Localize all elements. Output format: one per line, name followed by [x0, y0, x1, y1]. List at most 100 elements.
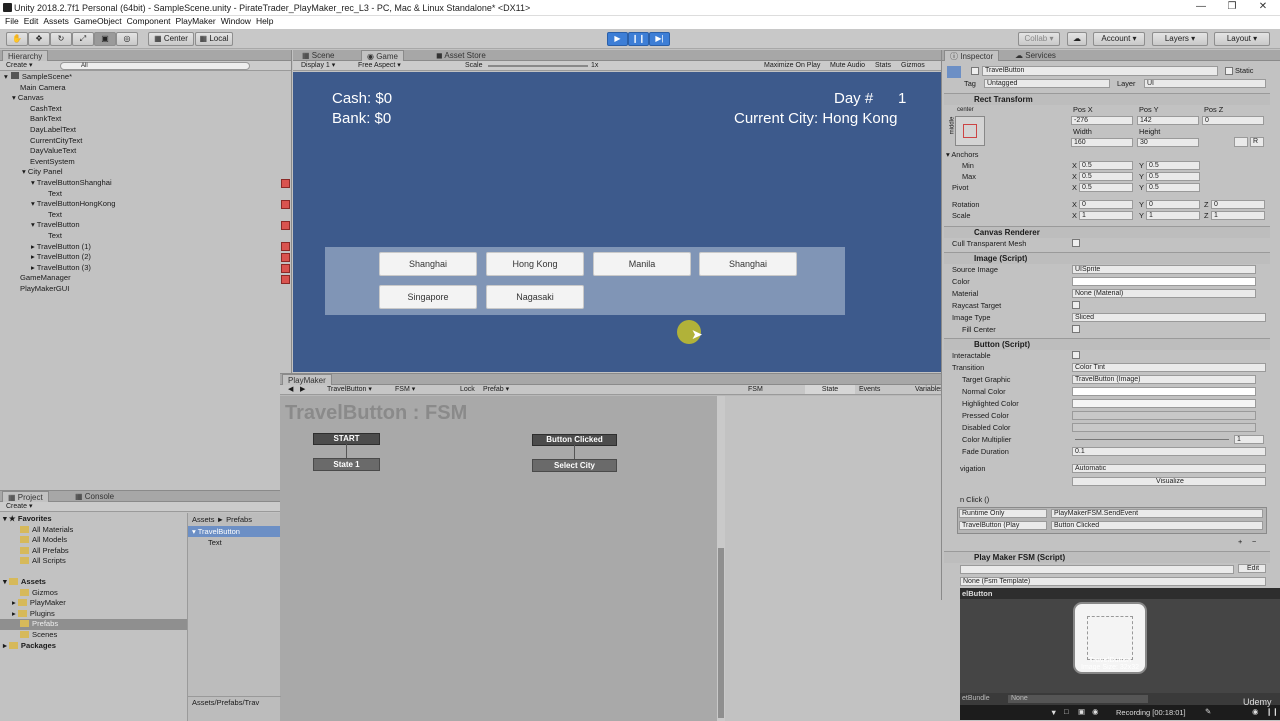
scale-slider[interactable] — [488, 65, 588, 67]
color-multiplier-field[interactable]: 1 — [1234, 435, 1264, 444]
assetbundle-dropdown[interactable]: None — [1008, 695, 1148, 703]
asset-folder[interactable]: ▸ PlayMaker — [0, 598, 187, 609]
hierarchy-item[interactable]: ▾ TravelButton — [0, 220, 290, 231]
highlighted-color-swatch[interactable] — [1072, 399, 1256, 408]
hierarchy-item[interactable]: ▾ TravelButtonHongKong — [0, 199, 290, 210]
rotation-z-field[interactable]: 0 — [1211, 200, 1265, 209]
tab-asset-store[interactable]: ◼ Asset Store — [431, 50, 491, 61]
anchor-max-x-field[interactable]: 0.5 — [1079, 172, 1133, 181]
raw-edit-button[interactable]: R — [1250, 137, 1264, 147]
fill-center-checkbox[interactable] — [1072, 325, 1080, 333]
active-checkbox[interactable] — [971, 67, 979, 75]
source-image-field[interactable]: UISprite — [1072, 265, 1256, 274]
menu-help[interactable]: Help — [256, 16, 273, 26]
child-file-item[interactable]: Text — [188, 537, 280, 548]
asset-folder[interactable]: Scenes — [0, 630, 187, 641]
favorites-entry[interactable]: All Scripts — [0, 556, 187, 567]
fsm-dropdown[interactable]: FSM ▾ — [395, 385, 415, 394]
playmaker-fsm-icon[interactable] — [281, 200, 290, 209]
pause-button[interactable]: ❙❙ — [628, 32, 649, 46]
playmaker-fsm-icon[interactable] — [281, 275, 290, 284]
hierarchy-item[interactable]: ▾ Canvas — [0, 93, 290, 104]
favorites-item[interactable]: ▾ ★ Favorites — [0, 514, 187, 525]
aspect-dropdown[interactable]: Free Aspect ▾ — [358, 61, 401, 70]
playmaker-fsm-icon[interactable] — [281, 221, 290, 230]
gameobject-dropdown[interactable]: TravelButton ▾ — [327, 385, 372, 394]
hierarchy-item[interactable]: BankText — [0, 114, 290, 125]
event-argument-field[interactable]: Button Clicked — [1051, 521, 1263, 530]
collab-button[interactable]: Collab ▾ — [1018, 32, 1060, 46]
fade-duration-field[interactable]: 0.1 — [1072, 447, 1266, 456]
hand-tool-icon[interactable]: ✋ — [6, 32, 28, 46]
fullscreen-icon[interactable]: ▣ — [1078, 707, 1085, 716]
tab-scene[interactable]: ▦ Scene — [297, 50, 339, 61]
runtime-dropdown[interactable]: Runtime Only — [959, 509, 1047, 518]
normal-color-swatch[interactable] — [1072, 387, 1256, 396]
scale-tool-icon[interactable]: ⤢ — [72, 32, 94, 46]
hierarchy-search-input[interactable]: All — [60, 62, 250, 70]
assets-item[interactable]: ▾ Assets — [0, 577, 187, 588]
layer-dropdown[interactable]: UI — [1144, 79, 1266, 88]
hierarchy-item[interactable]: Text — [0, 210, 290, 221]
fsm-graph-canvas[interactable]: TravelButton : FSM START State 1 Button … — [280, 396, 717, 721]
hierarchy-item[interactable]: ▾ SampleScene* — [0, 72, 290, 83]
record-icon[interactable]: ◉ — [1092, 707, 1099, 716]
travel-button-hongkong[interactable]: Hong Kong — [486, 252, 584, 276]
canvas-renderer-header[interactable]: Canvas Renderer — [944, 226, 1270, 238]
pivot-local-button[interactable]: ▦ Local — [195, 32, 233, 46]
navigation-dropdown[interactable]: Automatic — [1072, 464, 1266, 473]
favorites-entry[interactable]: All Models — [0, 535, 187, 546]
pivot-y-field[interactable]: 0.5 — [1146, 183, 1200, 192]
favorites-entry[interactable]: All Prefabs — [0, 546, 187, 557]
target-graphic-field[interactable]: TravelButton (Image) — [1072, 375, 1256, 384]
forward-icon[interactable]: ▶ — [300, 385, 305, 394]
anchor-preset-icon[interactable] — [955, 116, 985, 146]
step-button[interactable]: ▶| — [649, 32, 670, 46]
tab-services[interactable]: ☁ Services — [1010, 50, 1061, 61]
asset-folder[interactable]: ▸ Plugins — [0, 609, 187, 620]
hierarchy-item[interactable]: PlayMakerGUI — [0, 284, 290, 295]
width-field[interactable]: 160 — [1071, 138, 1133, 147]
add-event-button[interactable]: + — [1238, 536, 1242, 547]
image-script-header[interactable]: Image (Script) — [944, 252, 1270, 264]
hierarchy-item[interactable]: DayLabelText — [0, 125, 290, 136]
asset-folder[interactable]: Gizmos — [0, 588, 187, 599]
menu-assets[interactable]: Assets — [43, 16, 69, 26]
menu-gameobject[interactable]: GameObject — [74, 16, 122, 26]
anchors-foldout[interactable]: ▾ Anchors — [946, 149, 978, 160]
close-icon[interactable]: ✕ — [1248, 1, 1278, 14]
layers-dropdown[interactable]: Layers ▾ — [1152, 32, 1208, 46]
playmaker-fsm-header[interactable]: Play Maker FSM (Script) — [944, 551, 1270, 563]
gameobject-name-field[interactable]: TravelButton — [982, 66, 1218, 76]
color-swatch[interactable] — [1072, 277, 1256, 286]
hierarchy-item[interactable]: Text — [0, 189, 290, 200]
hierarchy-item[interactable]: DayValueText — [0, 146, 290, 157]
playmaker-fsm-icon[interactable] — [281, 253, 290, 262]
tab-variables[interactable]: Variables — [915, 385, 944, 394]
fsm-state1-node[interactable]: State 1 — [313, 458, 380, 471]
pivot-x-field[interactable]: 0.5 — [1079, 183, 1133, 192]
travel-button-shanghai[interactable]: Shanghai — [379, 252, 477, 276]
hierarchy-item[interactable]: CurrentCityText — [0, 136, 290, 147]
window-icon[interactable]: □ — [1064, 707, 1069, 716]
transition-dropdown[interactable]: Color Tint — [1072, 363, 1266, 372]
hierarchy-item[interactable]: ▸ TravelButton (3) — [0, 263, 290, 274]
create-dropdown[interactable]: Create ▾ — [6, 61, 32, 70]
rect-tool-icon[interactable]: ▣ — [94, 32, 116, 46]
function-dropdown[interactable]: PlayMakerFSM.SendEvent — [1051, 509, 1263, 518]
camera-icon[interactable]: ◉ — [1252, 707, 1259, 716]
maximize-icon[interactable]: ❐ — [1217, 1, 1247, 14]
playmaker-fsm-icon[interactable] — [281, 264, 290, 273]
rotate-tool-icon[interactable]: ↻ — [50, 32, 72, 46]
move-tool-icon[interactable]: ✥ — [28, 32, 50, 46]
image-type-dropdown[interactable]: Sliced — [1072, 313, 1266, 322]
posz-field[interactable]: 0 — [1202, 116, 1264, 125]
menu-file[interactable]: File — [5, 16, 19, 26]
menu-component[interactable]: Component — [127, 16, 171, 26]
display-dropdown[interactable]: Display 1 ▾ — [301, 61, 335, 70]
play-button[interactable]: ▶ — [607, 32, 628, 46]
scale-y-field[interactable]: 1 — [1146, 211, 1200, 220]
pause-recording-icon[interactable]: ❙❙ — [1266, 707, 1279, 716]
game-viewport[interactable]: Cash: $0 Bank: $0 Day # 1 Current City: … — [293, 72, 941, 372]
travel-button-nagasaki[interactable]: Nagasaki — [486, 285, 584, 309]
